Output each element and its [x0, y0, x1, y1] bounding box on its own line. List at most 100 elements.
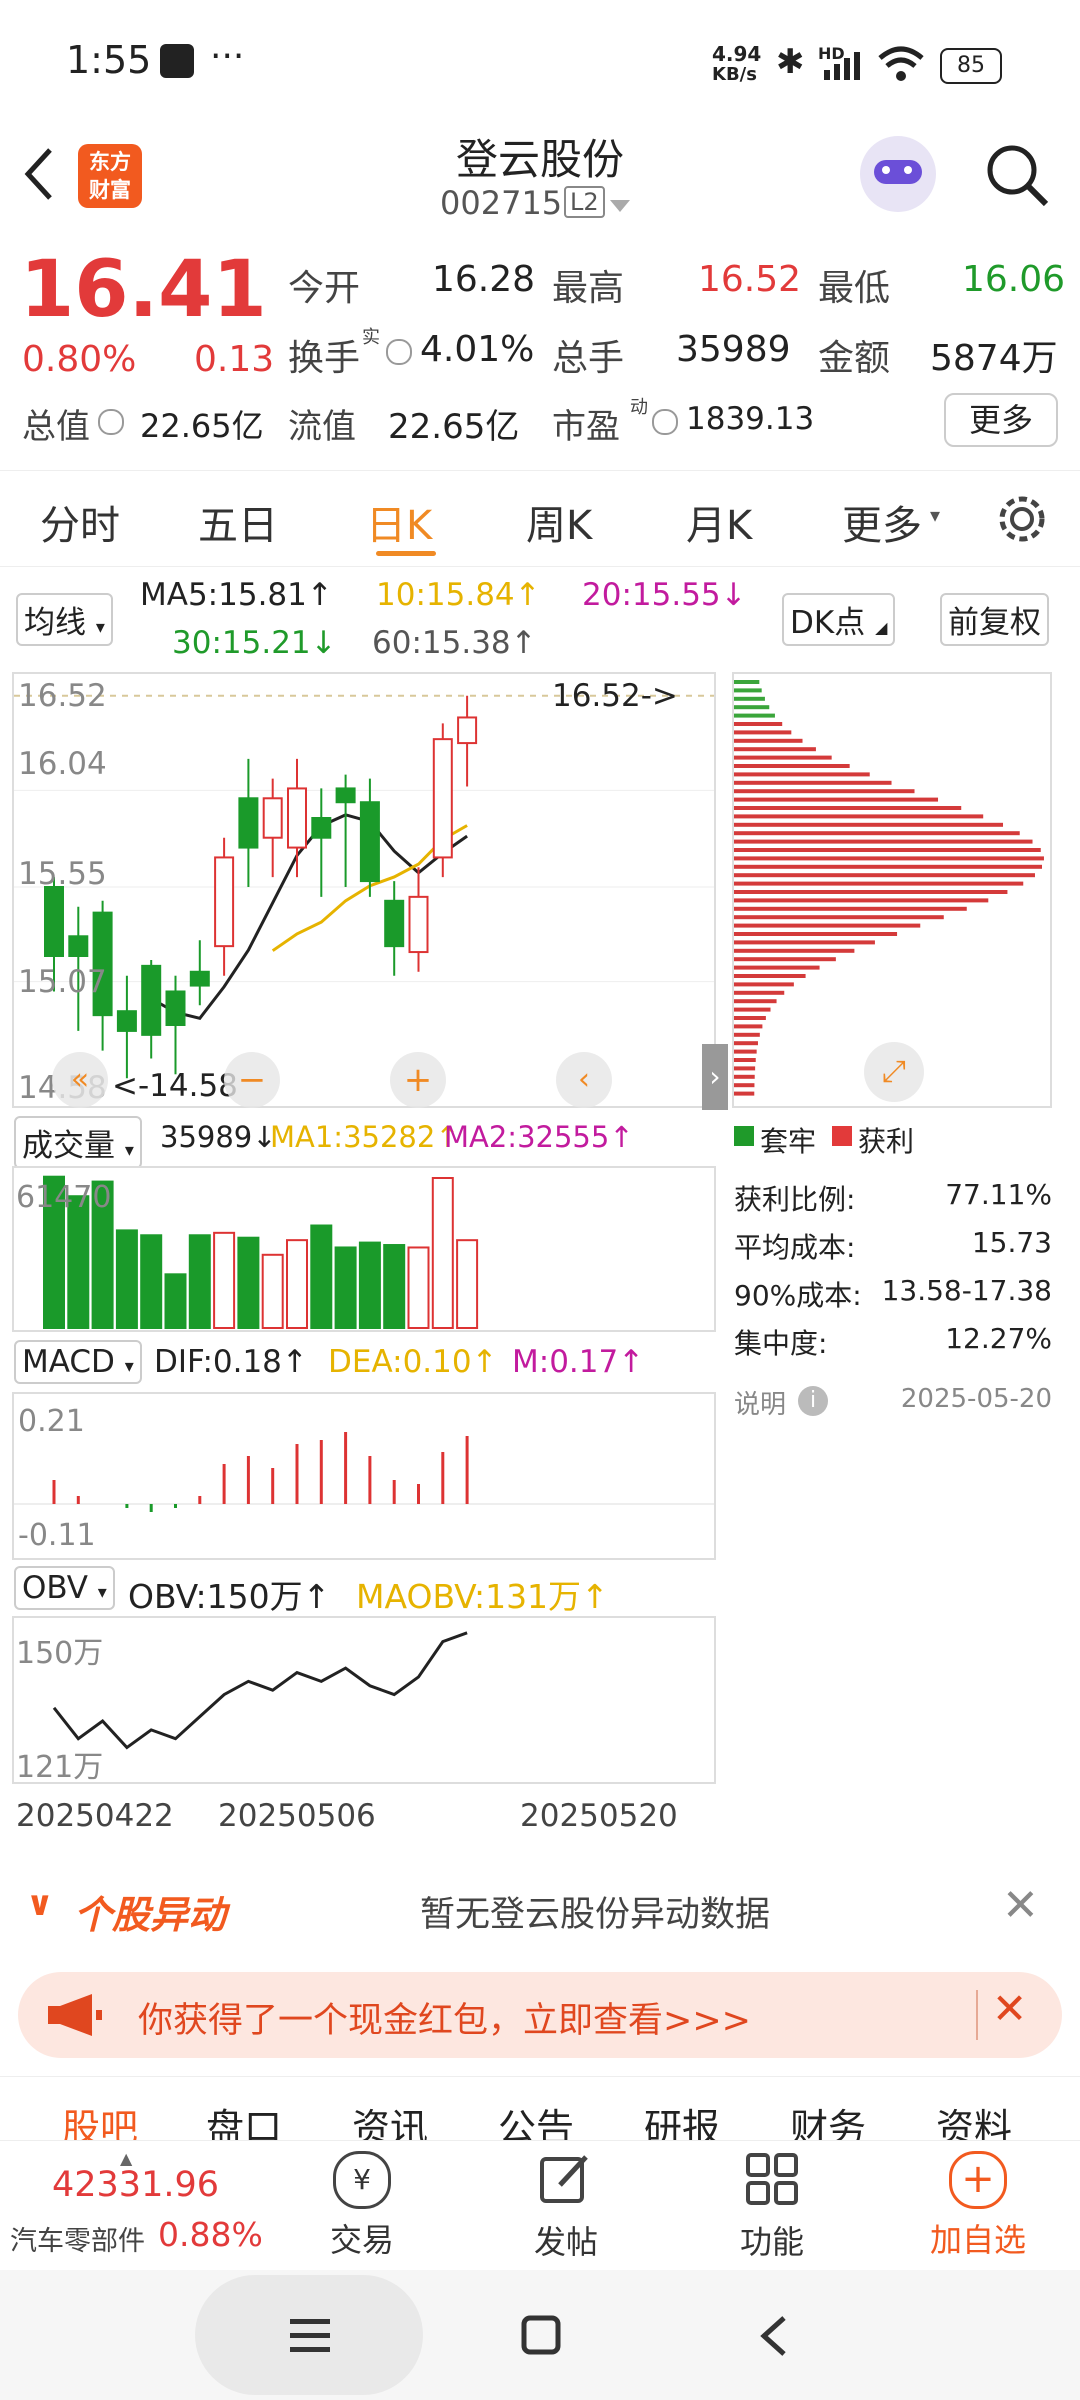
close-icon[interactable]: ✕ — [992, 1984, 1027, 2033]
volume-ymax: 61470 — [16, 1180, 112, 1215]
chip-bar — [734, 814, 984, 819]
volume-value: 35989↓ — [160, 1120, 277, 1154]
tab-intraday[interactable]: 分时 — [40, 493, 120, 551]
change-pct: 0.80% — [22, 339, 137, 380]
subtab-research[interactable]: 研报 — [644, 2097, 720, 2141]
chip-bar — [734, 898, 989, 903]
chip-distribution[interactable]: ⤢ — [732, 672, 1052, 1108]
legend-swatch-profit — [832, 1126, 852, 1146]
info-icon[interactable] — [652, 409, 678, 435]
sector-name[interactable]: 汽车零部件 — [10, 2219, 145, 2258]
subtab-finance[interactable]: 财务 — [790, 2097, 866, 2141]
search-icon[interactable] — [982, 140, 1052, 210]
volume-bar — [213, 1231, 236, 1329]
chip-bar — [734, 764, 850, 768]
volume-bar — [188, 1234, 211, 1329]
tab-more[interactable]: 更多 — [842, 493, 922, 551]
nav-post[interactable]: 发帖 — [486, 2151, 646, 2263]
chip-bar — [734, 789, 915, 794]
obv-chart — [52, 1631, 468, 1750]
info-icon[interactable]: i — [798, 1386, 828, 1416]
chip-bar — [734, 1083, 755, 1088]
chevron-down-icon[interactable] — [608, 198, 632, 216]
chip-bar — [734, 965, 820, 970]
settings-gear-icon[interactable] — [996, 493, 1048, 545]
obv-select-label: OBV — [22, 1570, 88, 1606]
info-icon[interactable] — [386, 339, 412, 365]
candle-body — [189, 970, 210, 987]
subtab-guba[interactable]: 股吧 — [62, 2097, 138, 2141]
scroll-left-fast-icon[interactable]: « — [52, 1052, 108, 1108]
nav-function[interactable]: 功能 — [692, 2151, 852, 2263]
subtab-news[interactable]: 资讯 — [352, 2097, 428, 2141]
chip-bar — [734, 864, 1043, 869]
back-icon[interactable] — [20, 144, 60, 204]
expand-right-icon[interactable]: › — [702, 1044, 728, 1110]
net-speed-value: 4.94 — [712, 42, 762, 66]
stock-alert-row[interactable]: ∨ 个股异动 暂无登云股份异动数据 ✕ — [0, 1866, 1080, 1956]
macd-ytop: 0.21 — [18, 1404, 85, 1439]
subtab-profile[interactable]: 资料 — [936, 2097, 1012, 2141]
chip-bar — [734, 906, 967, 911]
ma-select[interactable]: 均线 ▾ — [16, 593, 113, 646]
candle-body — [335, 787, 356, 804]
close-icon[interactable]: ✕ — [1002, 1880, 1039, 1931]
low-value: 16.06 — [962, 259, 1066, 300]
dk-point-button[interactable]: DK点 ◢ — [782, 593, 896, 646]
obv-ybot: 121万 — [16, 1750, 104, 1785]
app-logo: 东方 财富 — [78, 144, 142, 208]
high-value: 16.52 — [698, 259, 802, 300]
chip-bar — [734, 713, 775, 718]
volume-value: 35989 — [676, 329, 791, 370]
sector-index[interactable]: 42331.96 — [52, 2165, 219, 2205]
ma60-value: 60:15.38↑ — [372, 625, 537, 661]
note-label[interactable]: 说明 — [734, 1384, 786, 1421]
robot-assistant-icon[interactable] — [860, 136, 936, 212]
volume-ma2: MA2:32555↑ — [444, 1120, 634, 1154]
promo-banner[interactable]: 你获得了一个现金红包，立即查看>>> ✕ — [18, 1972, 1062, 2058]
chip-bar — [734, 1091, 755, 1096]
tab-indicator — [376, 551, 436, 556]
level2-badge[interactable]: L2 — [564, 186, 605, 218]
home-icon[interactable] — [520, 2314, 564, 2358]
turnover-value: 4.01% — [420, 329, 535, 370]
zoom-out-icon[interactable]: − — [224, 1052, 280, 1108]
back-nav-icon[interactable] — [754, 2314, 794, 2358]
adjust-button[interactable]: 前复权 — [940, 593, 1049, 646]
date-axis: 20250422 20250506 20250520 — [0, 1798, 720, 1842]
macd-select[interactable]: MACD ▾ — [14, 1340, 142, 1384]
subtab-pankou[interactable]: 盘口 — [206, 2097, 282, 2141]
tab-weekly-k[interactable]: 周K — [526, 493, 592, 551]
chip-bar — [734, 705, 770, 710]
volume-select[interactable]: 成交量 ▾ — [14, 1116, 142, 1169]
scroll-left-icon[interactable]: ‹ — [556, 1052, 612, 1108]
open-label: 今开 — [288, 268, 361, 309]
nav-add-label: 加自选 — [929, 2221, 1026, 2259]
more-button[interactable]: 更多 — [944, 393, 1058, 447]
nav-add-watchlist[interactable]: + 加自选 — [898, 2151, 1058, 2261]
tab-monthly-k[interactable]: 月K — [686, 493, 752, 551]
candle-body — [141, 964, 162, 1036]
chip-bar — [734, 1041, 758, 1046]
macd-panel: 0.21 -0.11 — [12, 1392, 716, 1560]
info-icon[interactable] — [98, 409, 124, 435]
menu-icon[interactable] — [288, 2315, 332, 2355]
fullscreen-icon[interactable]: ⤢ — [864, 1042, 924, 1102]
chip-date: 2025-05-20 — [900, 1384, 1052, 1414]
candle-body — [68, 935, 89, 957]
y-axis-mid3: 15.07 — [18, 964, 107, 1000]
zoom-in-icon[interactable]: + — [390, 1052, 446, 1108]
obv-ytop: 150万 — [16, 1636, 104, 1671]
obv-header: OBV ▾ OBV:150万↑ MAOBV:131万↑ — [0, 1562, 720, 1618]
last-price: 16.41 — [20, 245, 267, 335]
kline-panel[interactable]: 16.52 16.04 15.55 15.07 14.58 16.52-> <-… — [12, 672, 728, 1110]
subtab-notice[interactable]: 公告 — [498, 2097, 574, 2141]
nav-trade[interactable]: ¥ 交易 — [282, 2151, 442, 2261]
volume-bar — [358, 1241, 381, 1329]
tab-daily-k[interactable]: 日K — [366, 493, 432, 551]
obv-line — [52, 1631, 468, 1750]
battery-icon: 85 — [940, 48, 1002, 84]
promo-text: 你获得了一个现金红包，立即查看>>> — [138, 2001, 751, 2041]
tab-five-day[interactable]: 五日 — [198, 493, 278, 551]
obv-select[interactable]: OBV ▾ — [14, 1566, 115, 1610]
